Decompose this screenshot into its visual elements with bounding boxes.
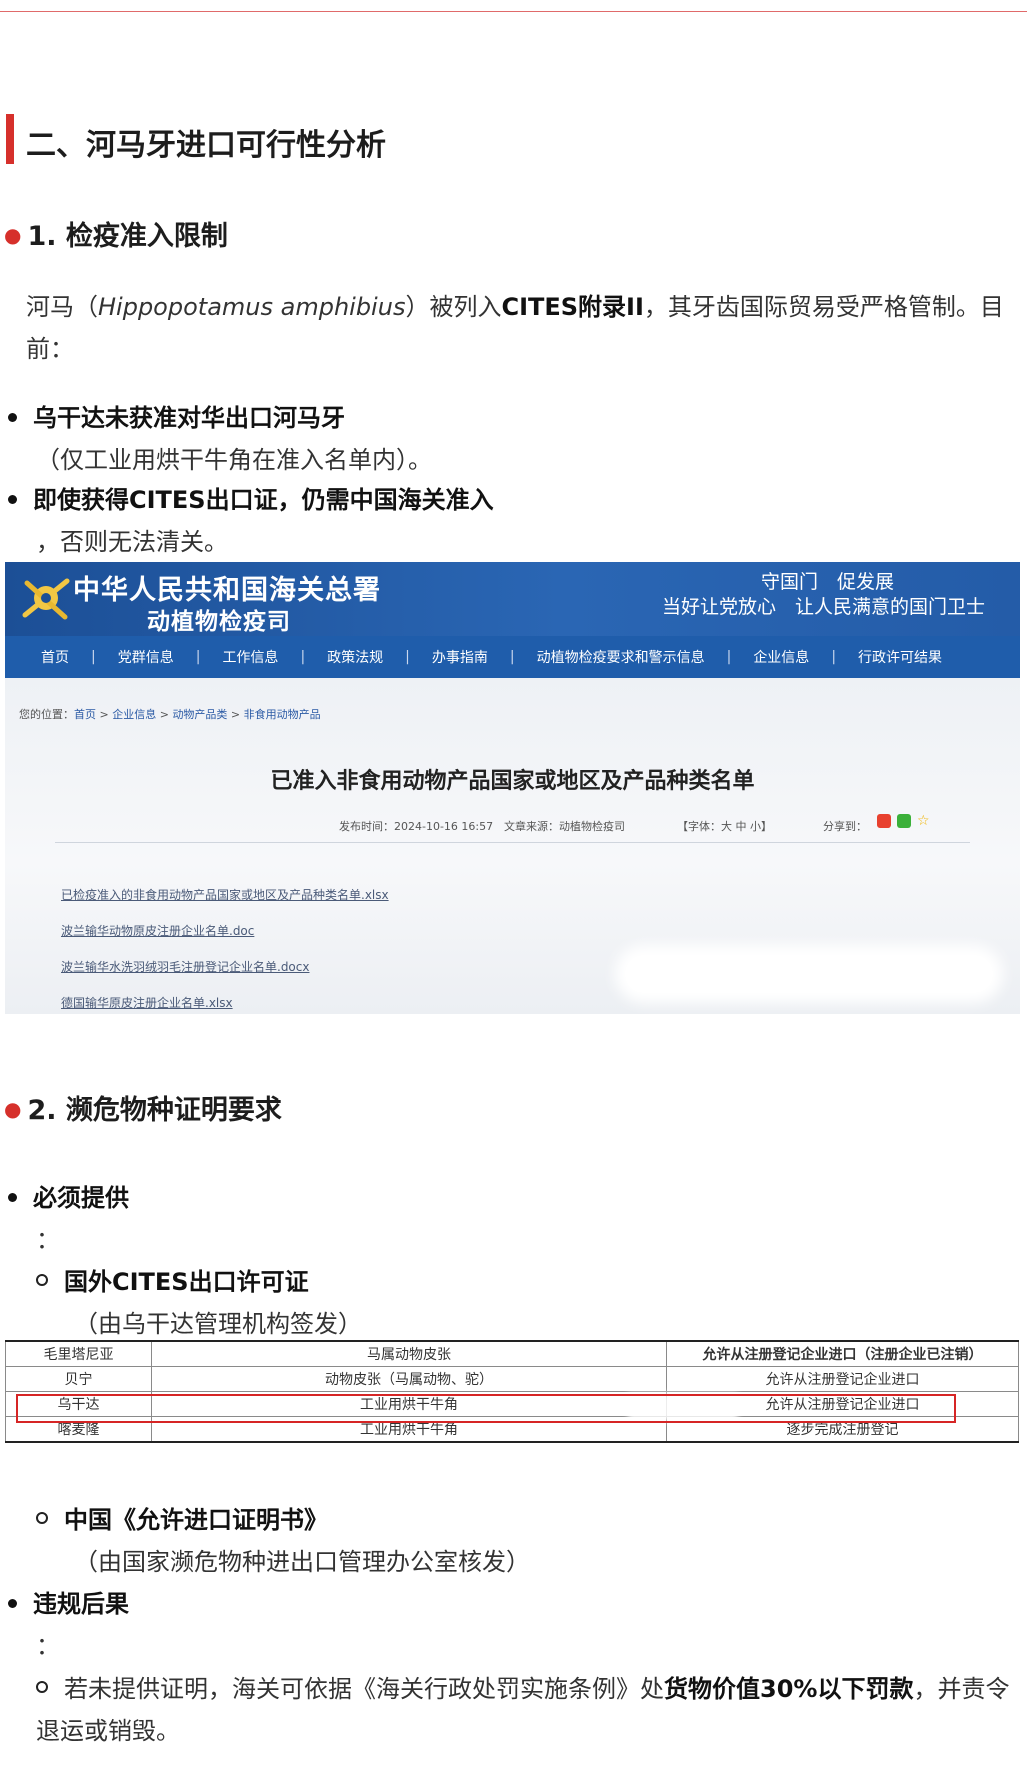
- breadcrumb-label: 您的位置：: [19, 708, 74, 721]
- bullet-uganda-cont: （仅工业用烘干牛角在准入名单内）。: [36, 446, 432, 474]
- wechat-share-icon[interactable]: [897, 814, 911, 828]
- breadcrumb-nonfood[interactable]: 非食用动物产品: [244, 708, 321, 721]
- sub-import-certificate-cont: （由国家濒危物种进出口管理办公室核发）: [74, 1548, 530, 1576]
- subsection-2-title: ● 2. 濒危物种证明要求: [4, 1088, 282, 1127]
- site-nav: 首页 | 党群信息 | 工作信息 | 政策法规 | 办事指南 | 动植物检疫要求和警示信息…: [5, 636, 1020, 678]
- sub-cites-permit: 国外CITES出口许可证: [36, 1262, 309, 1297]
- table-cell: 允许从注册登记企业进口（注册企业已注销）: [666, 1340, 1019, 1367]
- file-link[interactable]: 德国输华原皮注册企业名单.xlsx: [61, 994, 233, 1011]
- subsection-1-text: 1. 检疫准入限制: [27, 221, 228, 252]
- uganda-highlight-box: [16, 1394, 956, 1423]
- violation-text: 违规后果: [33, 1590, 129, 1618]
- admission-table: 毛里塔尼亚 马属动物皮张 允许从注册登记企业进口（注册企业已注销） 贝宁 动物皮…: [5, 1340, 1019, 1443]
- bullet-must-provide: 必须提供: [8, 1178, 129, 1213]
- table-cell: 允许从注册登记企业进口: [666, 1366, 1019, 1392]
- breadcrumb-animal[interactable]: 动物产品类: [172, 708, 227, 721]
- must-provide-text: 必须提供: [33, 1184, 129, 1212]
- favorite-star-icon[interactable]: ☆: [917, 814, 931, 828]
- bullet-cites-permit-cont: ，否则无法清关。: [36, 528, 228, 556]
- sub-cites-permit-cont: （由乌干达管理机构签发）: [74, 1310, 362, 1338]
- breadcrumb-sep: >: [227, 708, 244, 721]
- nav-item-home[interactable]: 首页: [41, 647, 69, 667]
- share-label: 分享到：: [823, 820, 867, 833]
- colon-1: ：: [36, 1226, 60, 1254]
- subsection-1-title: ● 1. 检疫准入限制: [4, 214, 228, 253]
- table-cell: 马属动物皮张: [151, 1340, 667, 1367]
- table-row: 贝宁 动物皮张（马属动物、驼） 允许从注册登记企业进口: [5, 1366, 1019, 1392]
- violation-fine: 货物价值30%以下罚款: [664, 1675, 914, 1703]
- table-cell: 毛里塔尼亚: [5, 1340, 152, 1367]
- cites-appendix: CITES附录II: [501, 293, 644, 321]
- site-subtitle: 动植物检疫司: [147, 608, 291, 635]
- para-pre: 河马（: [26, 293, 98, 321]
- nav-item-requirements[interactable]: 动植物检疫要求和警示信息: [537, 647, 705, 667]
- table-row: 毛里塔尼亚 马属动物皮张 允许从注册登记企业进口（注册企业已注销）: [5, 1340, 1019, 1367]
- breadcrumb-sep: >: [156, 708, 173, 721]
- bullet-uganda-text: 乌干达未获准对华出口河马牙: [33, 404, 345, 432]
- bullet-cites-permit-text: 即使获得CITES出口证，仍需中国海关准入: [33, 486, 494, 514]
- page-title: 已准入非食用动物产品国家或地区及产品种类名单: [270, 769, 755, 794]
- nav-item-license[interactable]: 行政许可结果: [858, 647, 942, 667]
- colon-2: ：: [36, 1632, 60, 1660]
- sub-import-certificate: 中国《允许进口证明书》: [36, 1500, 328, 1535]
- nav-item-guide[interactable]: 办事指南: [432, 647, 488, 667]
- para-mid: ）被列入: [405, 293, 502, 321]
- site-banner: 中华人民共和国海关总署 动植物检疫司 守国门 促发展 当好让党放心 让人民满意的…: [5, 562, 1020, 636]
- subsection-2-text: 2. 濒危物种证明要求: [27, 1095, 282, 1126]
- bullet-dot-icon: ●: [4, 1097, 22, 1121]
- intro-paragraph: 河马（Hippopotamus amphibius）被列入CITES附录II，其…: [26, 286, 1006, 370]
- breadcrumb-home[interactable]: 首页: [74, 708, 96, 721]
- file-link[interactable]: 波兰输华水洗羽绒羽毛注册登记企业名单.docx: [61, 958, 309, 975]
- breadcrumb: 您的位置：首页 > 企业信息 > 动物产品类 > 非食用动物产品: [19, 706, 321, 722]
- sub-import-certificate-text: 中国《允许进口证明书》: [64, 1506, 328, 1534]
- circle-bullet-icon: [36, 1681, 48, 1693]
- customs-website-screenshot: 中华人民共和国海关总署 动植物检疫司 守国门 促发展 当好让党放心 让人民满意的…: [5, 562, 1020, 1014]
- customs-emblem-icon: [22, 578, 70, 620]
- section-heading-text: 二、河马牙进口可行性分析: [26, 128, 386, 163]
- violation-pre: 若未提供证明，海关可依据《海关行政处罚实施条例》处: [64, 1675, 664, 1703]
- breadcrumb-enterprise[interactable]: 企业信息: [112, 708, 156, 721]
- meta-divider: [55, 842, 970, 843]
- bullet-violation: 违规后果: [8, 1584, 129, 1619]
- bullet-dot-icon: ●: [4, 223, 22, 247]
- publish-time: 发布时间：2024-10-16 16:57: [339, 820, 494, 833]
- font-size-switch[interactable]: 【字体：大 中 小】: [677, 818, 772, 834]
- slogan-1: 守国门 促发展: [761, 571, 895, 593]
- slogan-2: 当好让党放心 让人民满意的国门卫士: [662, 596, 986, 618]
- nav-item-party[interactable]: 党群信息: [118, 647, 174, 667]
- table-cell: 贝宁: [5, 1366, 152, 1392]
- bullet-cites-permit: 即使获得CITES出口证，仍需中国海关准入: [8, 480, 494, 515]
- top-divider: [0, 11, 1027, 12]
- latin-name: Hippopotamus amphibius: [98, 293, 406, 321]
- article-source: 文章来源：动植物检疫司: [504, 820, 625, 833]
- breadcrumb-sep: >: [96, 708, 113, 721]
- sub-cites-permit-text: 国外CITES出口许可证: [64, 1268, 309, 1296]
- file-link[interactable]: 波兰输华动物原皮注册企业名单.doc: [61, 922, 254, 939]
- weibo-share-icon[interactable]: [877, 814, 891, 828]
- file-link[interactable]: 已检疫准入的非食用动物产品国家或地区及产品种类名单.xlsx: [61, 886, 389, 903]
- violation-detail: 若未提供证明，海关可依据《海关行政处罚实施条例》处货物价值30%以下罚款，并责令…: [36, 1668, 1016, 1752]
- watermark-smudge: [625, 955, 993, 993]
- table-cell: 动物皮张（马属动物、驼）: [151, 1366, 667, 1392]
- heading-accent-bar: [6, 114, 14, 164]
- nav-item-work[interactable]: 工作信息: [222, 647, 278, 667]
- nav-item-enterprise[interactable]: 企业信息: [753, 647, 809, 667]
- bullet-uganda: 乌干达未获准对华出口河马牙: [8, 398, 345, 433]
- nav-item-policy[interactable]: 政策法规: [327, 647, 383, 667]
